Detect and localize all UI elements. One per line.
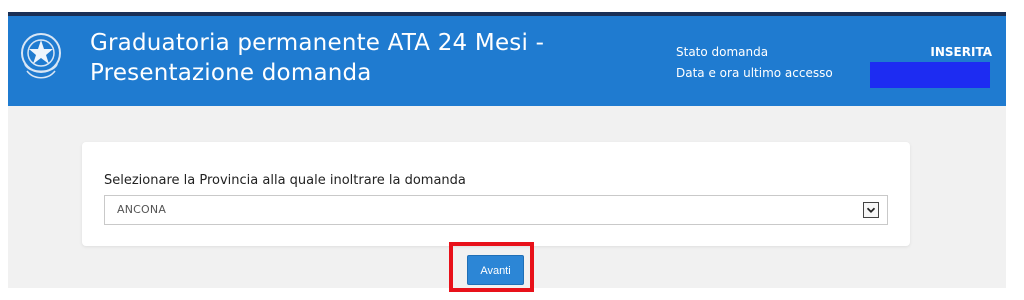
italian-republic-emblem-icon xyxy=(21,33,61,79)
selected-province: ANCONA xyxy=(117,203,167,216)
status-value: INSERITA xyxy=(930,45,992,59)
province-select[interactable]: ANCONA xyxy=(104,195,888,225)
province-selection-card: Selezionare la Provincia alla quale inol… xyxy=(82,142,910,246)
application-status-block: Stato domanda Data e ora ultimo accesso xyxy=(676,42,833,84)
next-button[interactable]: Avanti xyxy=(467,255,524,285)
redacted-last-access-value xyxy=(870,62,990,88)
page-frame: Graduatoria permanente ATA 24 Mesi - Pre… xyxy=(8,12,1006,292)
app-header: Graduatoria permanente ATA 24 Mesi - Pre… xyxy=(8,12,1006,106)
chevron-down-icon[interactable] xyxy=(863,202,879,218)
province-select-label: Selezionare la Provincia alla quale inol… xyxy=(104,173,466,188)
page-title: Graduatoria permanente ATA 24 Mesi - Pre… xyxy=(90,30,545,86)
status-label: Stato domanda xyxy=(676,45,769,59)
last-access-label: Data e ora ultimo accesso xyxy=(676,66,833,80)
